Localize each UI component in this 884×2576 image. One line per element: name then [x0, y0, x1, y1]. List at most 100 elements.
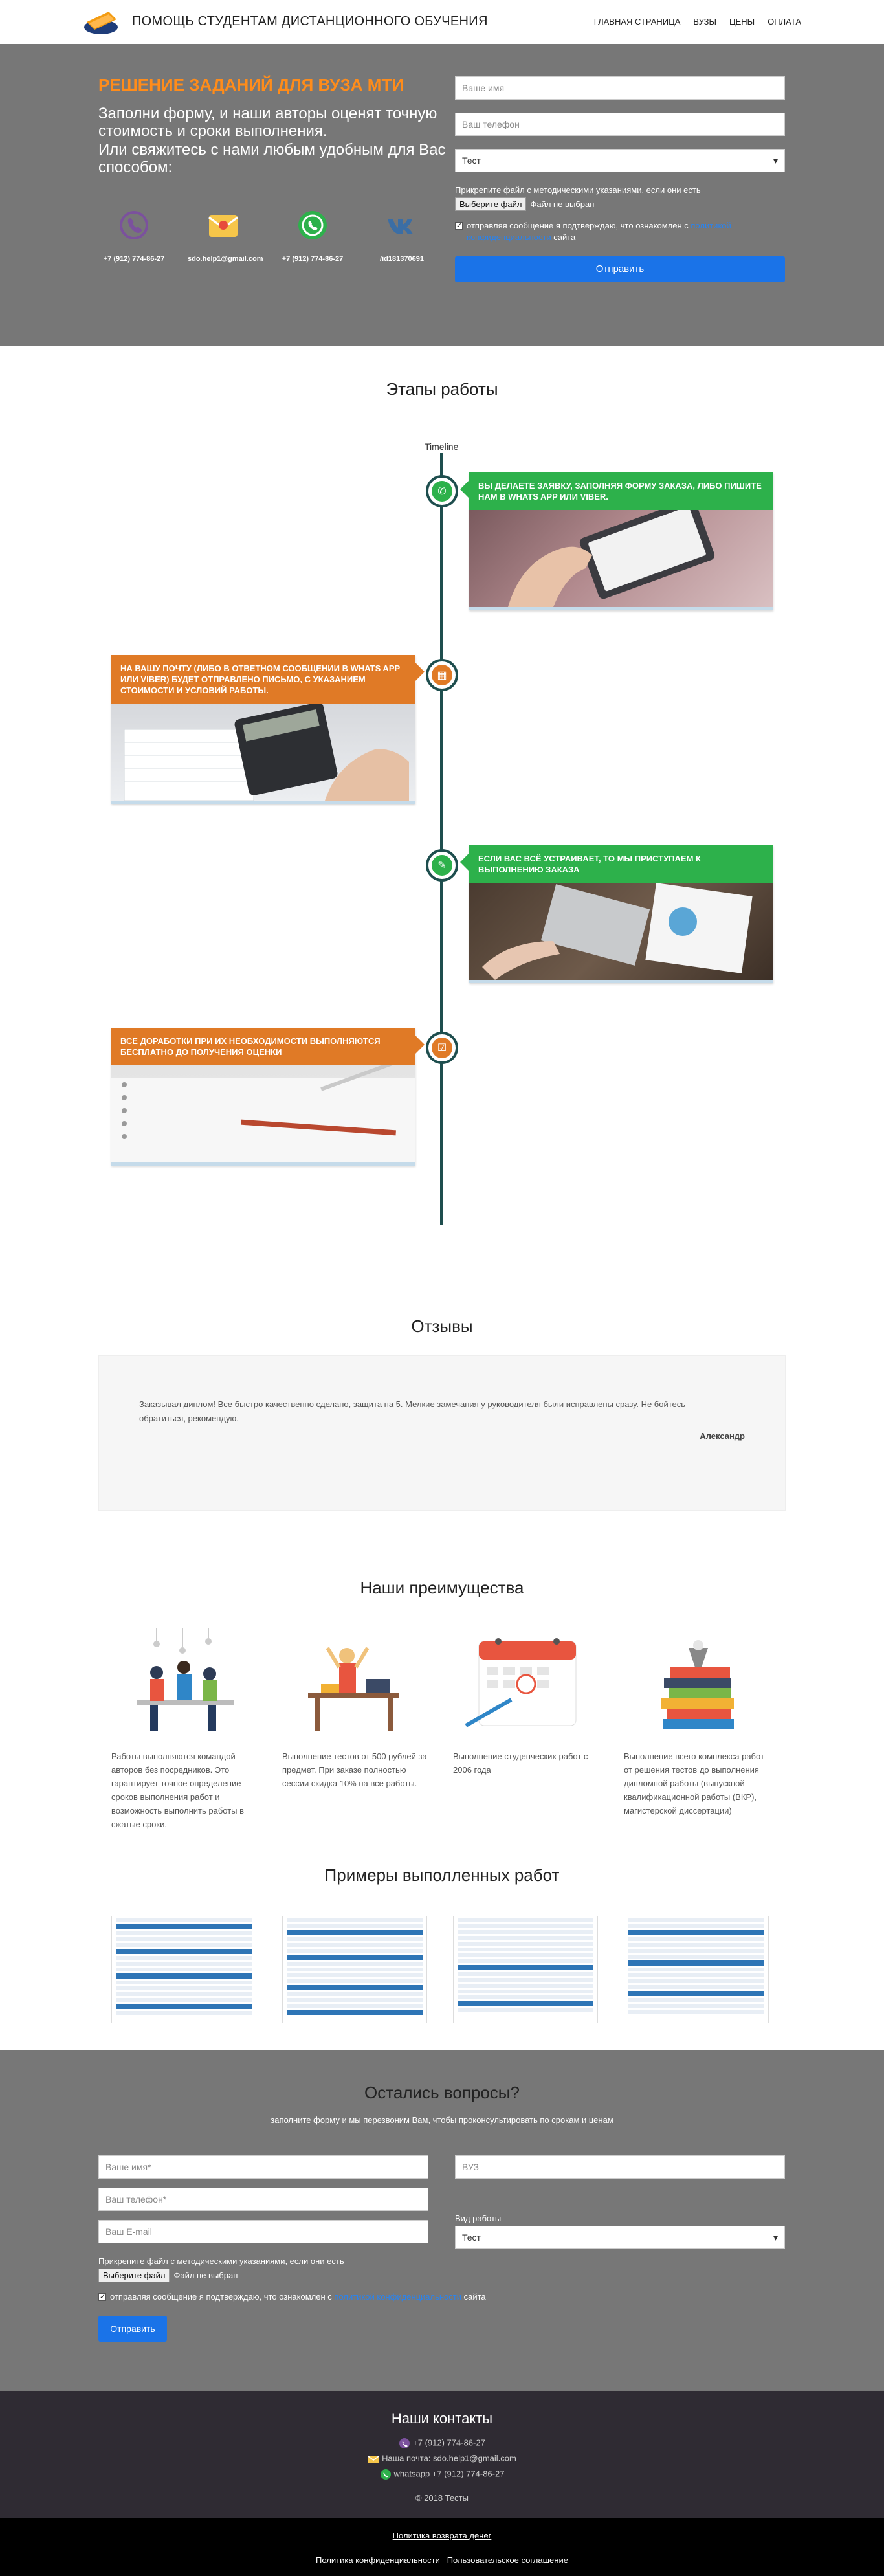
- table-row: [458, 1930, 593, 1934]
- contact-whatsapp[interactable]: +7 (912) 774-86-27: [277, 206, 348, 264]
- notebook-illustration: [111, 1065, 415, 1162]
- advantage-text: Работы выполняются командой авторов без …: [111, 1751, 245, 1829]
- contact-whatsapp-text[interactable]: whatsapp +7 (912) 774-86-27: [394, 2469, 505, 2478]
- work-type-value: Тест: [462, 155, 481, 166]
- table-row: [458, 1965, 593, 1970]
- contact-viber-label: +7 (912) 774-86-27: [103, 255, 165, 263]
- example-thumbnail-1[interactable]: [111, 1916, 256, 2023]
- table-row: [458, 1918, 593, 1922]
- table-row: [458, 1948, 593, 1951]
- review-card: Заказывал диплом! Все быстро качественно…: [98, 1355, 786, 1511]
- contact-email[interactable]: sdo.help1@gmail.com: [188, 206, 263, 264]
- table-row: [458, 2001, 593, 2006]
- nav-prices[interactable]: ЦЕНЫ: [729, 17, 755, 27]
- table-row: [458, 1972, 593, 1976]
- table-row: [116, 2011, 252, 2015]
- file-status: Файл не выбран: [173, 2271, 238, 2280]
- privacy-policy-link[interactable]: Политика конфиденциальности: [316, 2555, 440, 2565]
- table-row: [628, 1991, 764, 1996]
- nav-home[interactable]: ГЛАВНАЯ СТРАНИЦА: [594, 17, 681, 27]
- table-row: [287, 1992, 423, 1996]
- contact-vk[interactable]: /id181370691: [366, 206, 437, 264]
- chevron-down-icon: ▾: [773, 155, 778, 166]
- contact-email-text[interactable]: Наша почта: sdo.help1@gmail.com: [382, 2453, 516, 2463]
- choose-file-button[interactable]: Выберите файл: [455, 197, 527, 211]
- nav-payment[interactable]: ОПЛАТА: [768, 17, 801, 27]
- timeline-label: Timeline: [425, 441, 459, 452]
- advantage-complex: Выполнение всего комплекса работ от реше…: [624, 1628, 769, 1817]
- timeline-card-text: НА ВАШУ ПОЧТУ (ЛИБО В ОТВЕТНОМ СООБЩЕНИИ…: [111, 655, 415, 704]
- hero-subtitle: Заполни форму, и наши авторы оценят точн…: [98, 105, 437, 140]
- table-row: [628, 1968, 764, 1971]
- phone-input[interactable]: Ваш телефон: [455, 113, 785, 136]
- table-row: [287, 1930, 423, 1935]
- advantage-price: Выполнение тестов от 500 рублей за предм…: [282, 1628, 427, 1790]
- team-icon: [137, 1628, 234, 1731]
- table-row: [628, 1985, 764, 1989]
- work-type-select[interactable]: Тест ▾: [455, 2226, 785, 2249]
- vuz-input[interactable]: ВУЗ: [455, 2155, 785, 2179]
- agree-text: отправляя сообщение я подтверждаю, что о…: [467, 221, 689, 230]
- questions-title: Остались вопросы?: [364, 2083, 520, 2102]
- agree-checkbox[interactable]: [98, 2291, 106, 2303]
- table-row: [458, 1984, 593, 1988]
- privacy-agreement: отправляя сообщение я подтверждаю, что о…: [455, 220, 785, 243]
- contact-vk-label: /id181370691: [380, 255, 424, 263]
- work-type-select[interactable]: Тест ▾: [455, 149, 785, 172]
- advantages-title: Наши преимущества: [360, 1578, 524, 1597]
- card-bottom-bar: [111, 801, 415, 804]
- calendar-icon: ▦: [432, 665, 452, 685]
- table-row: [116, 1998, 252, 2002]
- phone-illustration: [508, 510, 715, 607]
- advantage-team: Работы выполняются командой авторов без …: [111, 1628, 256, 1831]
- table-row: [116, 1981, 252, 1984]
- whatsapp-icon: [380, 2469, 391, 2480]
- table-row: [287, 1955, 423, 1960]
- file-note: Прикрепите файл с методическими указания…: [455, 185, 701, 195]
- agree-text: отправляя сообщение я подтверждаю, что о…: [110, 2292, 332, 2302]
- submit-button[interactable]: Отправить: [455, 256, 785, 282]
- submit-button[interactable]: Отправить: [98, 2316, 167, 2342]
- table-row: [628, 2010, 764, 2014]
- example-thumbnail-4[interactable]: [624, 1916, 769, 2023]
- example-thumbnail-3[interactable]: [453, 1916, 598, 2023]
- contacts-section: Наши контакты +7 (912) 774-86-27 Наша по…: [0, 2391, 884, 2518]
- timeline-card-3: ЕСЛИ ВАС ВСЁ УСТРАИВАЕТ, ТО МЫ ПРИСТУПАЕ…: [460, 845, 773, 983]
- name-input[interactable]: Ваше имя*: [98, 2155, 428, 2179]
- books-icon: [661, 1640, 734, 1729]
- table-row: [116, 2004, 252, 2009]
- whatsapp-icon: ✆: [432, 481, 452, 502]
- calendar-icon: [465, 1638, 577, 1727]
- table-row: [628, 1918, 764, 1922]
- terms-link[interactable]: Пользовательское соглашение: [447, 2555, 568, 2565]
- table-row: [287, 1949, 423, 1953]
- name-input[interactable]: Ваше имя: [455, 76, 785, 100]
- agree-checkbox[interactable]: [455, 220, 463, 232]
- vk-icon: [388, 219, 413, 234]
- logo-icon[interactable]: [83, 8, 119, 36]
- card-bottom-bar: [469, 980, 773, 983]
- email-icon: [368, 2456, 379, 2463]
- timeline-line: [440, 453, 443, 1225]
- site-title[interactable]: ПОМОЩЬ СТУДЕНТАМ ДИСТАНЦИОННОГО ОБУЧЕНИЯ: [132, 14, 488, 29]
- contact-viber-text[interactable]: +7 (912) 774-86-27: [413, 2437, 485, 2447]
- table-row: [287, 1937, 423, 1941]
- phone-input[interactable]: Ваш телефон*: [98, 2188, 428, 2211]
- email-input[interactable]: Ваш E-mail: [98, 2220, 428, 2243]
- table-row: [287, 1985, 423, 1990]
- table-row: [287, 1973, 423, 1977]
- advantage-text: Выполнение тестов от 500 рублей за предм…: [282, 1751, 427, 1788]
- contact-viber[interactable]: +7 (912) 774-86-27: [98, 206, 170, 264]
- table-row: [287, 1918, 423, 1922]
- card-bottom-bar: [469, 607, 773, 610]
- hero-subtitle-2: Или свяжитесь с нами любым удобным для В…: [98, 141, 446, 176]
- nav-universities[interactable]: ВУЗЫ: [693, 17, 716, 27]
- privacy-link[interactable]: политикой конфиденциальности: [334, 2292, 461, 2302]
- contact-viber-line: +7 (912) 774-86-27: [0, 2437, 884, 2449]
- refund-policy-link[interactable]: Политика возврата денег: [0, 2531, 884, 2540]
- table-row: [116, 1962, 252, 1966]
- example-thumbnail-2[interactable]: [282, 1916, 427, 2023]
- calculator-illustration: [124, 704, 409, 801]
- choose-file-button[interactable]: Выберите файл: [98, 2269, 170, 2282]
- table-row: [458, 1959, 593, 1963]
